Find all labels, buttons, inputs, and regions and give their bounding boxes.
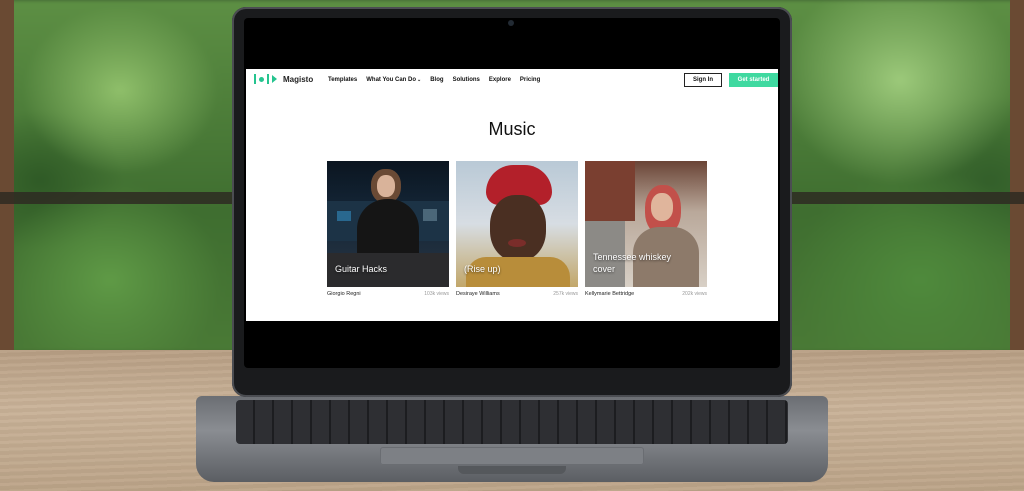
- nav-blog[interactable]: Blog: [430, 77, 443, 83]
- nav-explore[interactable]: Explore: [489, 77, 511, 83]
- video-views: 103k views: [424, 291, 449, 297]
- get-started-button[interactable]: Get started: [729, 73, 778, 87]
- video-thumbnail[interactable]: Tennessee whiskey cover: [585, 161, 707, 287]
- brand-name: Magisto: [283, 74, 314, 84]
- window-frame-left: [0, 0, 14, 352]
- video-author[interactable]: Kellymarie Bettridge: [585, 291, 634, 297]
- video-thumbnail[interactable]: Guitar Hacks: [327, 161, 449, 287]
- camera-icon: [508, 20, 514, 26]
- video-author[interactable]: Desiraye Williams: [456, 291, 500, 297]
- video-thumbnail[interactable]: (Rise up): [456, 161, 578, 287]
- nav-links: Templates What You Can Do⌄ Blog Solution…: [328, 69, 540, 91]
- nav-solutions[interactable]: Solutions: [453, 77, 480, 83]
- person-face: [377, 175, 395, 197]
- chevron-down-icon: ⌄: [417, 77, 422, 83]
- page-title: Music: [488, 119, 536, 139]
- webpage: Magisto Templates What You Can Do⌄ Blog …: [246, 69, 778, 321]
- video-card[interactable]: Guitar Hacks Giorgio Regni 103k views: [327, 161, 449, 303]
- nav-pricing[interactable]: Pricing: [520, 77, 540, 83]
- video-title: Tennessee whiskey cover: [593, 252, 672, 274]
- person-face: [490, 195, 546, 261]
- nav-what-you-can-do-label: What You Can Do: [366, 77, 417, 83]
- sign-in-button[interactable]: Sign In: [684, 73, 722, 87]
- video-title: Guitar Hacks: [335, 264, 388, 274]
- nav-what-you-can-do[interactable]: What You Can Do⌄: [366, 77, 421, 83]
- top-navigation: Magisto Templates What You Can Do⌄ Blog …: [246, 69, 778, 91]
- nav-templates[interactable]: Templates: [328, 77, 357, 83]
- laptop-keyboard: [236, 400, 788, 444]
- video-card[interactable]: Tennessee whiskey cover Kellymarie Bettr…: [585, 161, 707, 303]
- laptop-trackpad: [380, 447, 644, 465]
- person-face: [651, 193, 673, 221]
- video-author[interactable]: Giorgio Regni: [327, 291, 361, 297]
- video-title: (Rise up): [464, 264, 501, 274]
- laptop-front-notch: [458, 466, 566, 474]
- window-frame-right: [1010, 0, 1024, 352]
- video-views: 257k views: [553, 291, 578, 297]
- brand-logo[interactable]: Magisto: [254, 74, 313, 84]
- video-views: 202k views: [682, 291, 707, 297]
- video-card[interactable]: (Rise up) Desiraye Williams 257k views: [456, 161, 578, 303]
- magisto-logo-icon: [254, 74, 279, 84]
